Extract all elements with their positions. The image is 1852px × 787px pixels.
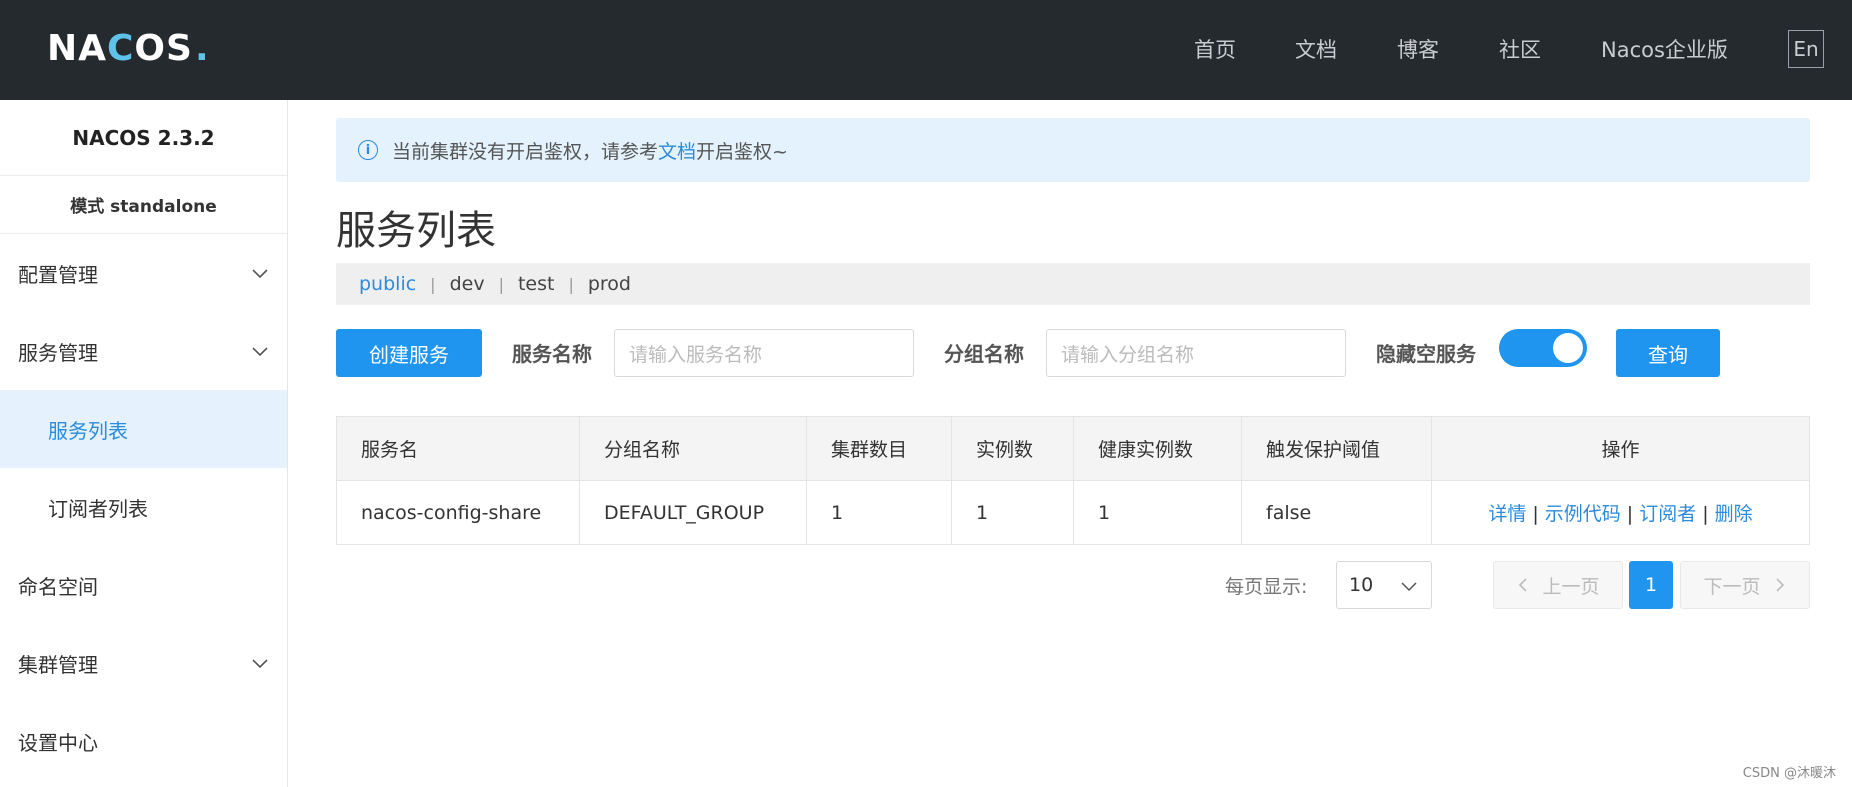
namespace-prod[interactable]: prod [588, 273, 631, 295]
docs-link[interactable]: 文档 [658, 137, 696, 164]
sidebar: NACOS 2.3.2 模式 standalone 配置管理 服务管理 服务列表… [0, 100, 288, 787]
cell-instance-count: 1 [951, 480, 1074, 545]
column-cluster-count: 集群数目 [806, 416, 952, 481]
sidebar-item-cluster-management[interactable]: 集群管理 [0, 624, 287, 702]
nav-docs[interactable]: 文档 [1295, 34, 1337, 64]
next-page-button[interactable]: 下一页 [1680, 561, 1810, 609]
nav-home[interactable]: 首页 [1194, 34, 1236, 64]
column-group-name: 分组名称 [579, 416, 807, 481]
sidebar-item-service-management[interactable]: 服务管理 [0, 312, 287, 390]
sidebar-item-config-management[interactable]: 配置管理 [0, 234, 287, 312]
column-actions: 操作 [1431, 416, 1810, 481]
sidebar-item-settings[interactable]: 设置中心 [0, 702, 287, 780]
chevron-down-icon [252, 659, 268, 669]
page-size-select[interactable]: 10 [1336, 561, 1432, 609]
table-header-row: 服务名 分组名称 集群数目 实例数 健康实例数 触发保护阈值 操作 [336, 416, 1810, 481]
service-name-input[interactable]: 请输入服务名称 [614, 329, 914, 377]
chevron-left-icon [1519, 578, 1528, 592]
nav-community[interactable]: 社区 [1499, 34, 1541, 64]
column-protect-threshold: 触发保护阈值 [1241, 416, 1432, 481]
per-page-label: 每页显示: [1225, 576, 1308, 598]
column-service-name: 服务名 [336, 416, 580, 481]
create-service-button[interactable]: 创建服务 [336, 329, 482, 377]
divider: | [1702, 503, 1709, 525]
subscriber-link[interactable]: 订阅者 [1639, 503, 1696, 525]
cell-group-name: DEFAULT_GROUP [579, 480, 807, 545]
group-name-label: 分组名称 [944, 342, 1024, 366]
info-icon: i [358, 140, 378, 160]
auth-warning-alert: i 当前集群没有开启鉴权，请参考 文档 开启鉴权~ [336, 118, 1810, 182]
divider: | [568, 274, 574, 294]
cell-service-name: nacos-config-share [336, 480, 580, 545]
cell-healthy-count: 1 [1073, 480, 1242, 545]
chevron-down-icon [1401, 582, 1417, 592]
sidebar-item-service-list[interactable]: 服务列表 [0, 390, 287, 468]
cell-protect-threshold: false [1241, 480, 1432, 545]
detail-link[interactable]: 详情 [1488, 503, 1526, 525]
sidebar-item-namespace[interactable]: 命名空间 [0, 546, 287, 624]
chevron-right-icon [1775, 578, 1784, 592]
service-name-label: 服务名称 [512, 342, 592, 366]
namespace-bar: public | dev | test | prod [336, 263, 1810, 305]
query-button[interactable]: 查询 [1616, 329, 1720, 377]
cell-actions: 详情 | 示例代码 | 订阅者 | 删除 [1431, 480, 1810, 545]
divider: | [1532, 503, 1539, 525]
language-switch-button[interactable]: En [1788, 30, 1824, 68]
service-table: 服务名 分组名称 集群数目 实例数 健康实例数 触发保护阈值 操作 nacos-… [336, 416, 1810, 545]
namespace-test[interactable]: test [518, 273, 555, 295]
sample-code-link[interactable]: 示例代码 [1545, 503, 1621, 525]
group-name-input[interactable]: 请输入分组名称 [1046, 329, 1346, 377]
hide-empty-toggle[interactable] [1499, 329, 1587, 367]
divider: | [430, 274, 436, 294]
prev-page-button[interactable]: 上一页 [1493, 561, 1623, 609]
namespace-dev[interactable]: dev [450, 273, 485, 295]
chevron-down-icon [252, 269, 268, 279]
table-row: nacos-config-share DEFAULT_GROUP 1 1 1 f… [336, 480, 1810, 545]
cell-cluster-count: 1 [806, 480, 952, 545]
namespace-public[interactable]: public [359, 273, 416, 295]
top-navbar: NA C OS. 首页 文档 博客 社区 Nacos企业版 En [0, 0, 1852, 100]
column-instance-count: 实例数 [951, 416, 1074, 481]
version-label: NACOS 2.3.2 [0, 100, 287, 176]
page-title: 服务列表 [336, 208, 496, 254]
divider: | [1626, 503, 1634, 525]
nacos-logo[interactable]: NA C OS. [47, 28, 210, 69]
delete-link[interactable]: 删除 [1715, 503, 1753, 525]
current-page-button[interactable]: 1 [1629, 561, 1673, 609]
mode-label: 模式 standalone [0, 176, 287, 234]
watermark: CSDN @沐暖沐 [1742, 766, 1836, 781]
toggle-knob [1553, 333, 1583, 363]
divider: | [498, 274, 504, 294]
nav-enterprise[interactable]: Nacos企业版 [1601, 34, 1728, 64]
column-healthy-count: 健康实例数 [1073, 416, 1242, 481]
sidebar-item-subscriber-list[interactable]: 订阅者列表 [0, 468, 287, 546]
hide-empty-label: 隐藏空服务 [1376, 342, 1476, 366]
chevron-down-icon [252, 347, 268, 357]
nav-blog[interactable]: 博客 [1397, 34, 1439, 64]
